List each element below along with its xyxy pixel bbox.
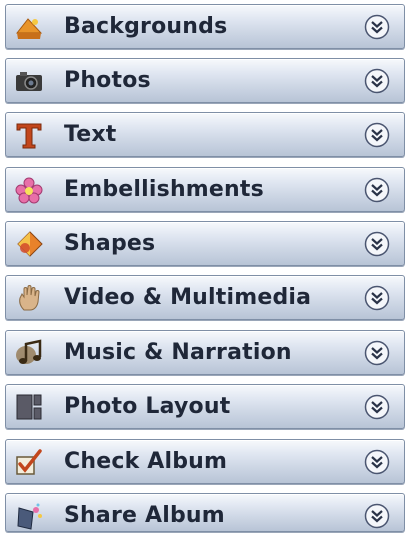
panel-item-label: Photo Layout: [64, 394, 231, 419]
panel-item-shapes[interactable]: Shapes: [5, 221, 405, 266]
chevron-double-down-icon[interactable]: [364, 285, 390, 311]
panel-item-label: Share Album: [64, 503, 225, 528]
panel-item-music-narration[interactable]: Music & Narration: [5, 330, 405, 375]
share-icon: [14, 502, 44, 530]
chevron-double-down-icon[interactable]: [364, 394, 390, 420]
flower-icon: [14, 176, 44, 204]
panel-item-photos[interactable]: Photos: [5, 58, 405, 103]
panel-item-label: Shapes: [64, 231, 156, 256]
panel-item-label: Check Album: [64, 449, 228, 474]
chevron-double-down-icon[interactable]: [364, 340, 390, 366]
panel-item-video-multimedia[interactable]: Video & Multimedia: [5, 275, 405, 320]
panel-item-label: Embellishments: [64, 177, 264, 202]
panel-item-label: Photos: [64, 68, 151, 93]
text-t-icon: [14, 121, 44, 149]
checkmark-icon: [14, 448, 44, 476]
task-panel: Backgrounds Photos Text Embellishments S…: [5, 4, 405, 532]
music-note-icon: [14, 339, 44, 367]
backgrounds-icon: [14, 13, 44, 41]
panel-item-backgrounds[interactable]: Backgrounds: [5, 4, 405, 49]
chevron-double-down-icon[interactable]: [364, 449, 390, 475]
layout-icon: [14, 393, 44, 421]
chevron-double-down-icon[interactable]: [364, 503, 390, 529]
chevron-double-down-icon[interactable]: [364, 68, 390, 94]
panel-item-label: Text: [64, 122, 117, 147]
hand-icon: [14, 284, 44, 312]
panel-item-share-album[interactable]: Share Album: [5, 493, 405, 532]
chevron-double-down-icon[interactable]: [364, 231, 390, 257]
chevron-double-down-icon[interactable]: [364, 177, 390, 203]
panel-item-label: Video & Multimedia: [64, 285, 312, 310]
panel-item-text[interactable]: Text: [5, 112, 405, 157]
panel-item-embellishments[interactable]: Embellishments: [5, 167, 405, 212]
panel-item-check-album[interactable]: Check Album: [5, 439, 405, 484]
camera-icon: [14, 67, 44, 95]
chevron-double-down-icon[interactable]: [364, 122, 390, 148]
panel-item-label: Backgrounds: [64, 14, 228, 39]
chevron-double-down-icon[interactable]: [364, 14, 390, 40]
shapes-icon: [14, 230, 44, 258]
panel-item-photo-layout[interactable]: Photo Layout: [5, 384, 405, 429]
panel-item-label: Music & Narration: [64, 340, 292, 365]
